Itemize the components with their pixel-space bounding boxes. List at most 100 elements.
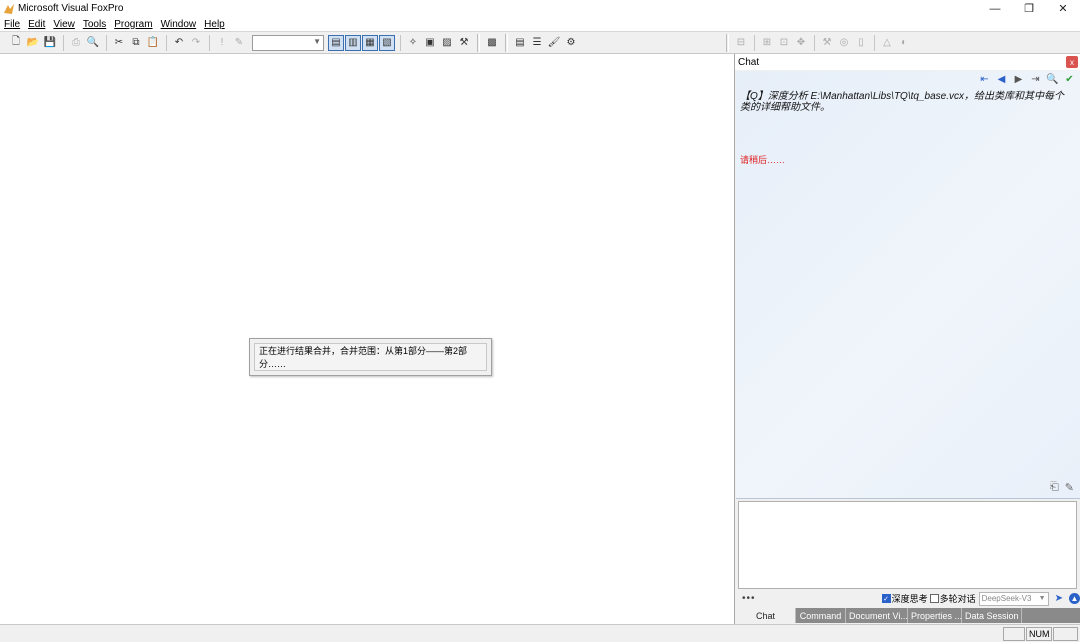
chat-input[interactable] <box>738 501 1077 589</box>
toolbar-handle[interactable] <box>477 33 480 52</box>
wizard-icon[interactable]: ✧ <box>405 35 421 51</box>
previous-icon[interactable]: ◀ <box>995 73 1008 86</box>
form-layout-icon[interactable]: ▤ <box>512 35 528 51</box>
progress-message: 正在进行结果合并，合并范围：从第1部分——第2部分…… <box>254 343 487 371</box>
grid-icon[interactable]: ⊡ <box>776 35 792 51</box>
chevron-down-icon: ▼ <box>1038 595 1046 602</box>
brush-icon[interactable]: 🖌 <box>546 35 562 51</box>
tab-document-view[interactable]: Document Vi... <box>846 608 908 623</box>
tools-icon[interactable]: ⚒ <box>456 35 472 51</box>
tab-data-session[interactable]: Data Session <box>962 608 1022 623</box>
view-window-icon[interactable]: ▥ <box>345 34 361 51</box>
standard-toolbar: 🗋 📂 💾 ⎙ 🔍 ✂ ⧉ 📋 ↶ ↷ ! ✎ ▼ ▤ ▥ ▦ ▧ ✧ ▣ ▨ … <box>0 31 1080 54</box>
next-icon[interactable]: ▶ <box>1012 73 1025 86</box>
chat-nav-toolbar: ⇤ ◀ ▶ ⇥ 🔍 ✔ <box>978 73 1076 86</box>
form-designer-icon[interactable]: ▣ <box>422 35 438 51</box>
status-bar: NUM <box>0 624 1080 642</box>
print-icon[interactable]: ⎙ <box>68 35 84 51</box>
first-page-icon[interactable]: ⇤ <box>978 73 991 86</box>
palette-icon[interactable]: ◐ <box>896 35 912 51</box>
menu-tools[interactable]: Tools <box>83 19 106 30</box>
status-cell-blank <box>1003 627 1025 641</box>
chat-panel: Chat x ⇤ ◀ ▶ ⇥ 🔍 ✔ 【Q】深度分析 E:\Manhattan\… <box>734 54 1080 624</box>
deep-think-label: 深度思考 <box>891 594 928 604</box>
chat-title: Chat <box>738 56 760 68</box>
document-view-icon[interactable]: ▧ <box>379 34 395 51</box>
multi-turn-checkbox[interactable]: 多轮对话 <box>929 592 976 605</box>
model-select-value: DeepSeek-V3 <box>981 594 1032 603</box>
menu-help[interactable]: Help <box>204 19 225 30</box>
restore-button[interactable]: ❐ <box>1012 0 1046 17</box>
chat-waiting-text: 请稍后…… <box>740 155 786 165</box>
report-designer-icon[interactable]: ▨ <box>439 35 455 51</box>
move-icon[interactable]: ✥ <box>793 35 809 51</box>
toolbar-separator <box>874 34 875 51</box>
shield-icon[interactable]: ✔ <box>1063 73 1076 86</box>
menu-edit[interactable]: Edit <box>28 19 45 30</box>
undo-icon[interactable]: ↶ <box>171 35 187 51</box>
chat-controls: ••• ✓ 深度思考 多轮对话 DeepSeek-V3 ▼ ➤ ▲ <box>736 590 1080 607</box>
toolbar-separator <box>166 34 167 51</box>
command-window-icon[interactable]: ▤ <box>328 34 344 51</box>
send-icon[interactable]: ➤ <box>1055 593 1063 604</box>
zoom-icon[interactable]: 🔍 <box>1046 73 1059 86</box>
toolbar-separator <box>63 34 64 51</box>
status-cell-blank <box>1053 627 1078 641</box>
deep-think-checkbox[interactable]: ✓ 深度思考 <box>881 592 928 605</box>
copy-icon[interactable]: ⧉ <box>128 35 144 51</box>
toolbar-handle[interactable] <box>505 33 508 52</box>
scroll-up-icon[interactable]: ▲ <box>1069 593 1080 604</box>
toolbar-separator <box>209 34 210 51</box>
chat-output-area[interactable]: ⇤ ◀ ▶ ⇥ 🔍 ✔ 【Q】深度分析 E:\Manhattan\Libs\TQ… <box>736 71 1080 499</box>
list-layout-icon[interactable]: ☰ <box>529 35 545 51</box>
layout-icon[interactable]: ⊞ <box>759 35 775 51</box>
page-icon[interactable]: ▯ <box>853 35 869 51</box>
open-folder-icon[interactable]: 📂 <box>25 35 41 51</box>
model-select[interactable]: DeepSeek-V3 ▼ <box>978 591 1049 606</box>
last-page-icon[interactable]: ⇥ <box>1029 73 1042 86</box>
modify-form-icon[interactable]: ✎ <box>231 35 247 51</box>
toolbar-separator <box>106 34 107 51</box>
run-icon[interactable]: ! <box>214 35 230 51</box>
window-titlebar: Microsoft Visual FoxPro — ❐ ✕ <box>0 0 1080 17</box>
clear-icon[interactable]: ✎ <box>1065 481 1074 494</box>
database-combo[interactable]: ▼ <box>252 34 324 51</box>
main-workspace[interactable]: 正在进行结果合并，合并范围：从第1部分——第2部分…… <box>0 54 733 624</box>
align-icon[interactable]: ⊟ <box>733 35 749 51</box>
toolbar-separator <box>754 34 755 51</box>
save-icon[interactable]: 💾 <box>42 35 58 51</box>
checkbox-checked-icon[interactable]: ✓ <box>881 594 891 603</box>
more-options-button[interactable]: ••• <box>742 593 756 604</box>
properties-window-icon[interactable]: ▦ <box>362 34 378 51</box>
tab-properties[interactable]: Properties ... <box>908 608 962 623</box>
progress-dialog: 正在进行结果合并，合并范围：从第1部分——第2部分…… <box>249 338 492 376</box>
toolbar-handle[interactable] <box>726 33 729 52</box>
foxpro-logo-icon <box>3 3 15 15</box>
minimize-button[interactable]: — <box>978 0 1012 17</box>
redo-icon[interactable]: ↷ <box>188 35 204 51</box>
shape-icon[interactable]: △ <box>879 35 895 51</box>
chevron-down-icon: ▼ <box>313 36 321 46</box>
tab-chat[interactable]: Chat <box>736 608 796 623</box>
paste-icon[interactable]: 📋 <box>145 35 161 51</box>
target-icon[interactable]: ◎ <box>836 35 852 51</box>
hammer-icon[interactable]: ⚒ <box>819 35 835 51</box>
menu-file[interactable]: File <box>4 19 20 30</box>
print-preview-icon[interactable]: 🔍 <box>85 35 101 51</box>
menu-window[interactable]: Window <box>161 19 197 30</box>
tab-command[interactable]: Command <box>796 608 846 623</box>
menu-view[interactable]: View <box>53 19 75 30</box>
close-window-button[interactable]: ✕ <box>1046 0 1080 17</box>
cut-icon[interactable]: ✂ <box>111 35 127 51</box>
window-title: Microsoft Visual FoxPro <box>18 3 124 14</box>
chat-close-button[interactable]: x <box>1066 56 1078 68</box>
chat-question: 【Q】深度分析 E:\Manhattan\Libs\TQ\tq_base.vcx… <box>740 91 1064 113</box>
settings-gear-icon[interactable]: ⚙ <box>563 35 579 51</box>
export-icon[interactable]: ⎗ <box>1050 481 1059 494</box>
progress-text: 正在进行结果合并，合并范围：从第1部分——第2部分…… <box>259 346 468 369</box>
new-file-icon[interactable]: 🗋 <box>8 35 24 51</box>
menu-program[interactable]: Program <box>114 19 152 30</box>
code-references-icon[interactable]: ▩ <box>484 35 500 51</box>
toolbar-separator <box>400 34 401 51</box>
checkbox-unchecked-icon[interactable] <box>929 594 939 603</box>
